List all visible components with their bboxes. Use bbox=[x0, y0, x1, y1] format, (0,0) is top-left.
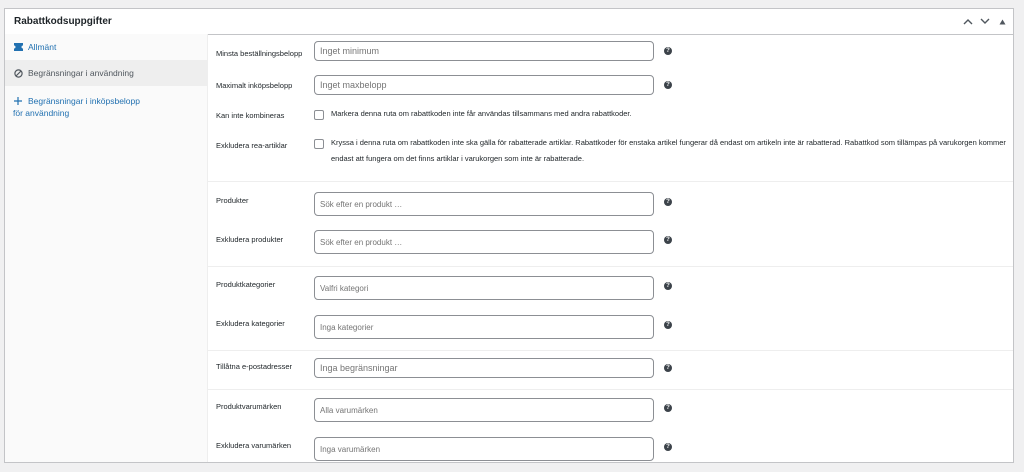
blocked-icon bbox=[13, 67, 23, 79]
question-circle-icon[interactable]: ? bbox=[664, 198, 672, 206]
tab-usage-limits-label: Begränsningar i inköpsbelopp bbox=[28, 96, 140, 106]
tab-usage-restriction[interactable]: Begränsningar i användning bbox=[5, 60, 207, 86]
question-circle-icon[interactable]: ? bbox=[664, 404, 672, 412]
exclude-brands-label: Exkludera varumärken bbox=[216, 441, 292, 450]
panel-header-buttons bbox=[963, 17, 1007, 27]
section-divider bbox=[207, 266, 1013, 267]
max-amount-input[interactable] bbox=[314, 75, 654, 95]
section-divider bbox=[207, 181, 1013, 182]
triangle-up-icon[interactable] bbox=[997, 17, 1007, 27]
categories-input[interactable] bbox=[314, 276, 654, 300]
question-circle-icon[interactable]: ? bbox=[664, 364, 672, 372]
question-circle-icon[interactable]: ? bbox=[664, 321, 672, 329]
products-search-input[interactable] bbox=[314, 192, 654, 216]
coupon-data-panel: Rabattkodsuppgifter Allmänt Begränsninga… bbox=[4, 8, 1014, 463]
tab-general[interactable]: Allmänt bbox=[5, 41, 207, 53]
exclude-products-label: Exkludera produkter bbox=[216, 235, 284, 244]
exclude-products-search-input[interactable] bbox=[314, 230, 654, 254]
allowed-emails-label: Tillåtna e-postadresser bbox=[216, 362, 293, 371]
panel-title: Rabattkodsuppgifter bbox=[14, 16, 112, 27]
plus-icon bbox=[13, 95, 23, 107]
section-divider bbox=[207, 350, 1013, 351]
individual-use-description: Markera denna ruta om rabattkoden inte f… bbox=[331, 109, 632, 118]
max-amount-label: Maximalt inköpsbelopp bbox=[216, 81, 293, 90]
question-circle-icon[interactable]: ? bbox=[664, 282, 672, 290]
exclude-sale-label: Exkludera rea-artiklar bbox=[216, 141, 288, 150]
question-circle-icon[interactable]: ? bbox=[664, 443, 672, 451]
min-amount-label: Minsta beställningsbelopp bbox=[216, 49, 303, 58]
question-circle-icon[interactable]: ? bbox=[664, 81, 672, 89]
chevron-up-icon[interactable] bbox=[963, 17, 973, 27]
tab-general-label: Allmänt bbox=[28, 42, 57, 52]
categories-label: Produktkategorier bbox=[216, 280, 276, 289]
usage-restriction-content: Minsta beställningsbelopp ? Maximalt ink… bbox=[207, 34, 1013, 462]
exclude-sale-description: Kryssa i denna ruta om rabattkoden inte … bbox=[331, 138, 1006, 163]
tab-usage-restriction-label: Begränsningar i användning bbox=[28, 68, 134, 78]
tab-usage-limits-text: Begränsningar i inköpsbelopp för användn… bbox=[13, 95, 140, 119]
individual-use-label: Kan inte kombineras bbox=[216, 111, 285, 120]
ticket-icon bbox=[13, 41, 23, 53]
exclude-categories-label: Exkludera kategorier bbox=[216, 319, 285, 328]
tab-usage-limits[interactable]: Begränsningar i inköpsbelopp för användn… bbox=[5, 95, 207, 119]
brands-input[interactable] bbox=[314, 398, 654, 422]
brands-label: Produktvarumärken bbox=[216, 402, 282, 411]
products-label: Produkter bbox=[216, 196, 249, 205]
exclude-categories-input[interactable] bbox=[314, 315, 654, 339]
question-circle-icon[interactable]: ? bbox=[664, 47, 672, 55]
allowed-emails-input[interactable] bbox=[314, 358, 654, 378]
section-divider bbox=[207, 389, 1013, 390]
tab-usage-limits-label-line2: för användning bbox=[13, 108, 70, 118]
question-circle-icon[interactable]: ? bbox=[664, 236, 672, 244]
individual-use-checkbox[interactable] bbox=[314, 110, 324, 120]
panel-header: Rabattkodsuppgifter bbox=[5, 9, 1013, 35]
exclude-brands-input[interactable] bbox=[314, 437, 654, 461]
chevron-down-icon[interactable] bbox=[980, 17, 990, 27]
min-amount-input[interactable] bbox=[314, 41, 654, 61]
coupon-tabs-sidebar: Allmänt Begränsningar i användning Begrä… bbox=[5, 34, 208, 462]
exclude-sale-checkbox[interactable] bbox=[314, 139, 324, 149]
